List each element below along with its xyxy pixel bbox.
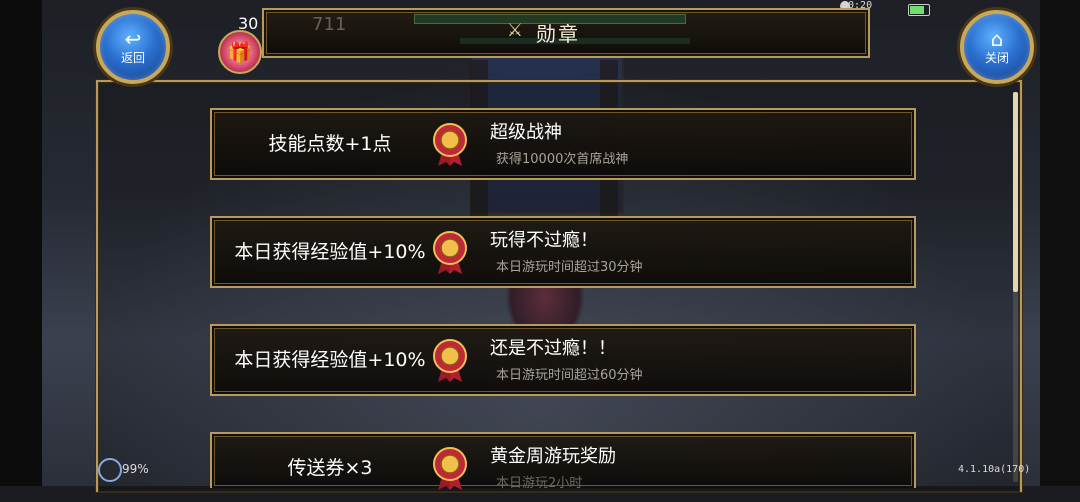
return-arrow-icon: ↩ [124, 26, 142, 51]
crossed-swords-icon: ⚔ [506, 20, 524, 41]
medal-badge-icon [433, 123, 467, 166]
medal-description: 本日游玩时间超过30分钟 [496, 260, 643, 275]
device-battery-icon [98, 458, 122, 482]
medal-row[interactable]: 技能点数+1点 超级战神 获得10000次首席战神 [210, 108, 916, 180]
medal-name: 玩得不过瘾！ [490, 230, 598, 251]
gift-box-icon[interactable]: 🎁 [218, 30, 262, 74]
screen-edge-right [1040, 0, 1080, 486]
medal-description: 本日游玩2小时 [496, 476, 583, 491]
medal-name: 黄金周游玩奖励 [490, 446, 616, 467]
hud-number: 711 [312, 14, 347, 35]
back-button-label: 返回 [120, 50, 145, 65]
medal-row[interactable]: 本日获得经验值+10% 还是不过瘾！！ 本日游玩时间超过60分钟 [210, 324, 916, 396]
close-button-label: 关闭 [984, 50, 1009, 65]
medal-reward: 传送券×3 [287, 457, 373, 479]
battery-percent: 99% [122, 462, 149, 476]
medal-badge-icon [433, 231, 467, 274]
scrollbar-thumb[interactable] [1013, 92, 1018, 292]
medal-name: 还是不过瘾！！ [490, 338, 616, 359]
battery-icon [908, 4, 930, 16]
medal-name: 超级战神 [490, 122, 562, 143]
medal-row[interactable]: 传送券×3 黄金周游玩奖励 本日游玩2小时 [210, 432, 916, 491]
medal-reward: 本日获得经验值+10% [234, 241, 426, 263]
page-title: 勋章 [536, 22, 580, 46]
medal-description: 本日游玩时间超过60分钟 [496, 368, 643, 383]
close-button[interactable]: ⌂ 关闭 [960, 10, 1034, 84]
medal-badge-icon [433, 447, 467, 490]
screen-edge-left [0, 0, 42, 486]
medal-badge-icon [433, 339, 467, 382]
version-label: 4.1.10a(170) [958, 464, 1031, 475]
back-button[interactable]: ↩ 返回 [96, 10, 170, 84]
medal-reward: 本日获得经验值+10% [234, 349, 426, 371]
medal-description: 获得10000次首席战神 [496, 152, 629, 167]
medal-row[interactable]: 本日获得经验值+10% 玩得不过瘾！ 本日游玩时间超过30分钟 [210, 216, 916, 288]
medal-reward: 技能点数+1点 [268, 133, 392, 155]
home-icon: ⌂ [990, 26, 1004, 51]
